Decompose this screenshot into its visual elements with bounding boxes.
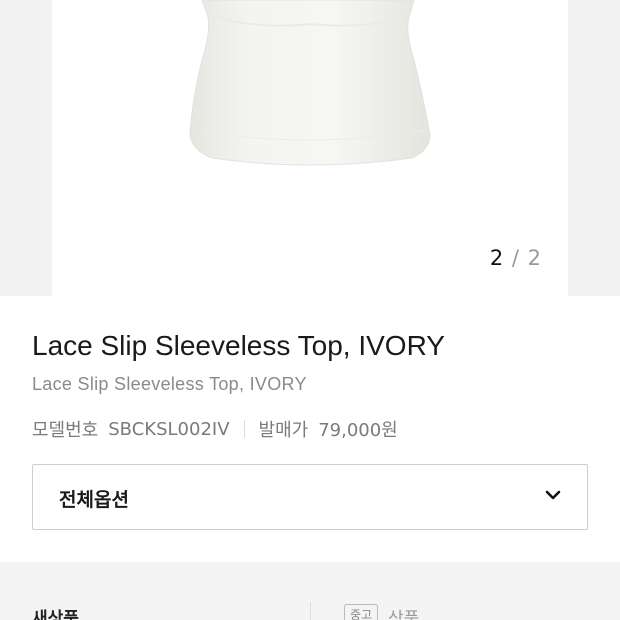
product-info: Lace Slip Sleeveless Top, IVORY Lace Sli…	[0, 296, 620, 562]
product-image-gallery[interactable]: 2 / 2	[0, 0, 620, 296]
option-select-label: 전체옵션	[59, 489, 129, 511]
used-badge: 중고	[344, 604, 379, 620]
current-page: 2	[489, 246, 505, 270]
model-number-label: 모델번호	[32, 420, 99, 441]
option-select[interactable]: 전체옵션	[32, 464, 588, 530]
tab-divider	[310, 602, 311, 620]
model-number-value: SBCKSL002IV	[108, 418, 230, 440]
chevron-down-icon	[545, 490, 561, 500]
product-title: Lace Slip Sleeveless Top, IVORY	[32, 330, 445, 361]
tab-new-product[interactable]: 새상품	[32, 604, 79, 620]
tab-used-product[interactable]: 상품	[388, 604, 419, 620]
total-pages: 2	[527, 246, 542, 270]
product-image[interactable]: 2 / 2	[52, 0, 568, 296]
condition-tabs: 새상품 중고 상품	[0, 562, 620, 620]
pager-separator: /	[504, 246, 528, 270]
release-price-label: 발매가	[258, 420, 309, 441]
product-subtitle: Lace Slip Sleeveless Top, IVORY	[32, 374, 307, 394]
meta-divider	[243, 420, 245, 438]
image-pager: 2 / 2	[490, 246, 542, 270]
release-price-value: 79,000원	[318, 420, 398, 441]
product-meta: 모델번호 SBCKSL002IV 발매가 79,000원	[32, 416, 398, 442]
